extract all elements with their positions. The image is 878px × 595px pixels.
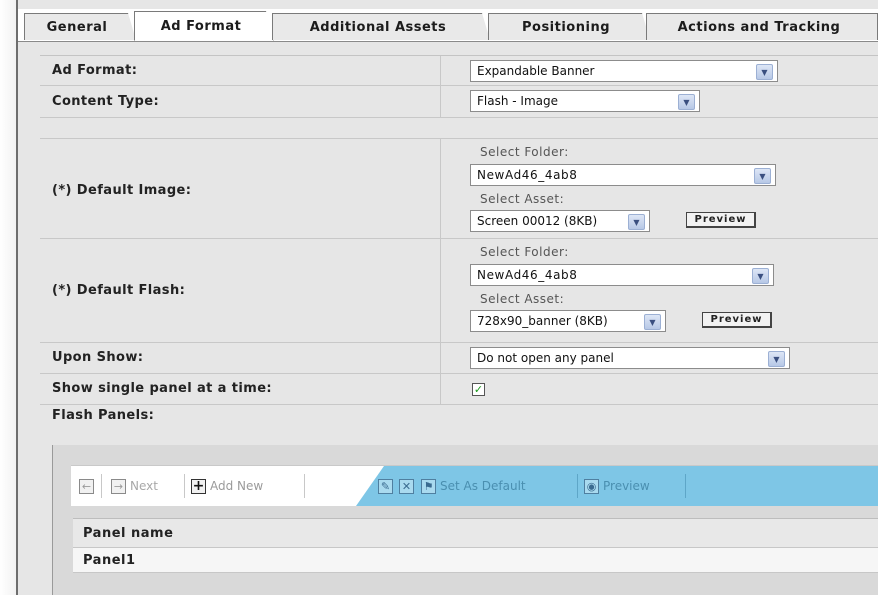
column-divider: [440, 139, 441, 238]
content-type-value: Flash - Image: [477, 94, 558, 108]
set-default-icon: ⚑: [421, 478, 436, 494]
select-folder-label: Select Folder:: [480, 145, 569, 159]
flash-folder-value: NewAd46_4ab8: [477, 268, 578, 282]
tab-label: Actions and Tracking: [677, 19, 841, 35]
delete-button[interactable]: ✕: [399, 476, 418, 496]
row-upon-show: Upon Show: Do not open any panel ▼: [40, 343, 878, 374]
add-new-label: Add New: [210, 479, 264, 493]
flash-asset-value: 728x90_banner (8KB): [477, 314, 608, 328]
upon-show-value: Do not open any panel: [477, 351, 614, 365]
image-asset-select[interactable]: Screen 00012 (8KB) ▼: [470, 210, 650, 232]
chevron-down-icon: ▼: [768, 351, 785, 367]
column-divider: [440, 239, 441, 342]
chevron-down-icon: ▼: [678, 94, 695, 110]
select-folder-label: Select Folder:: [480, 245, 569, 259]
add-new-button[interactable]: + Add New: [191, 476, 263, 496]
select-asset-label: Select Asset:: [480, 292, 565, 306]
toolbar-separator: [577, 474, 578, 498]
preview-label: Preview: [694, 214, 747, 225]
image-folder-select[interactable]: NewAd46_4ab8 ▼: [470, 164, 776, 186]
prev-button[interactable]: ←: [79, 476, 98, 496]
preview-label: Preview: [710, 314, 763, 325]
toolbar-separator: [304, 474, 305, 498]
tab-additional-assets[interactable]: Additional Assets: [272, 13, 490, 40]
row-single-panel: Show single panel at a time: ✓: [40, 374, 878, 405]
panels-table: Panel name Panel1: [73, 518, 878, 573]
select-asset-label: Select Asset:: [480, 192, 565, 206]
chevron-down-icon: ▼: [644, 314, 661, 330]
flash-asset-select[interactable]: 728x90_banner (8KB) ▼: [470, 310, 666, 332]
plus-icon: +: [191, 478, 206, 494]
close-icon: ✕: [399, 478, 414, 494]
upon-show-label: Upon Show:: [52, 350, 144, 365]
edit-button[interactable]: ✎: [378, 476, 397, 496]
flash-panels-label: Flash Panels:: [52, 408, 155, 423]
image-folder-value: NewAd46_4ab8: [477, 168, 578, 182]
flash-preview-button[interactable]: Preview: [702, 312, 772, 328]
pencil-icon: ✎: [378, 478, 393, 494]
chevron-down-icon: ▼: [628, 214, 645, 230]
column-divider: [440, 56, 441, 85]
row-default-flash: (*) Default Flash: Select Folder: NewAd4…: [40, 239, 878, 343]
ad-format-value: Expandable Banner: [477, 64, 595, 78]
tab-general[interactable]: General: [24, 13, 136, 40]
default-image-label: (*) Default Image:: [52, 183, 192, 198]
column-header-panel-name: Panel name: [83, 525, 174, 541]
image-preview-button[interactable]: Preview: [686, 212, 756, 228]
table-row[interactable]: Panel1: [73, 548, 878, 573]
checkmark-icon: ✓: [473, 383, 484, 396]
tab-actions-and-tracking[interactable]: Actions and Tracking: [646, 13, 878, 40]
tab-label: Positioning: [521, 19, 611, 35]
toolbar-separator: [101, 474, 102, 498]
row-default-image: (*) Default Image: Select Folder: NewAd4…: [40, 139, 878, 239]
next-label: Next: [130, 479, 158, 493]
content-type-label: Content Type:: [52, 94, 160, 109]
next-button[interactable]: → Next: [111, 476, 158, 496]
tab-bar: General Ad Format Additional Assets Posi…: [18, 9, 878, 42]
tab-label: General: [46, 19, 108, 35]
upon-show-select[interactable]: Do not open any panel ▼: [470, 347, 790, 369]
content-type-select[interactable]: Flash - Image ▼: [470, 90, 700, 112]
row-ad-format: Ad Format: Expandable Banner ▼: [40, 56, 878, 86]
tab-ad-format[interactable]: Ad Format: [134, 11, 274, 41]
column-divider: [440, 374, 441, 404]
set-as-default-label: Set As Default: [440, 479, 526, 493]
single-panel-checkbox[interactable]: ✓: [472, 383, 485, 396]
row-content-type: Content Type: Flash - Image ▼: [40, 86, 878, 118]
flash-panels-area: ← → Next + Add New ✎ ✕ ⚑ Set As Default …: [52, 445, 878, 595]
chevron-down-icon: ▼: [756, 64, 773, 80]
column-divider: [440, 86, 441, 117]
row-spacer: [40, 118, 878, 139]
tab-label: Ad Format: [160, 18, 242, 34]
set-as-default-button[interactable]: ⚑ Set As Default: [421, 476, 526, 496]
eye-icon: ◉: [584, 478, 599, 494]
chevron-down-icon: ▼: [752, 268, 769, 284]
panel-preview-label: Preview: [603, 479, 650, 493]
ad-format-form: Ad Format: Expandable Banner ▼ Content T…: [40, 55, 878, 429]
panel-name-cell: Panel1: [83, 552, 136, 568]
toolbar-separator: [685, 474, 686, 498]
panel-preview-button[interactable]: ◉ Preview: [584, 476, 650, 496]
row-flash-panels: Flash Panels:: [40, 405, 878, 429]
tab-positioning[interactable]: Positioning: [488, 13, 650, 40]
column-divider: [440, 343, 441, 373]
arrow-left-icon: ←: [79, 478, 94, 494]
single-panel-label: Show single panel at a time:: [52, 381, 273, 396]
flash-folder-select[interactable]: NewAd46_4ab8 ▼: [470, 264, 774, 286]
window-shadow: [0, 0, 16, 595]
tab-label: Additional Assets: [309, 19, 447, 35]
default-flash-label: (*) Default Flash:: [52, 283, 186, 298]
arrow-right-icon: →: [111, 478, 126, 494]
chevron-down-icon: ▼: [754, 168, 771, 184]
ad-format-label: Ad Format:: [52, 63, 138, 78]
image-asset-value: Screen 00012 (8KB): [477, 214, 598, 228]
panels-toolbar: ← → Next + Add New ✎ ✕ ⚑ Set As Default …: [71, 465, 878, 506]
toolbar-separator: [184, 474, 185, 498]
table-header: Panel name: [73, 519, 878, 548]
ad-format-select[interactable]: Expandable Banner ▼: [470, 60, 778, 82]
